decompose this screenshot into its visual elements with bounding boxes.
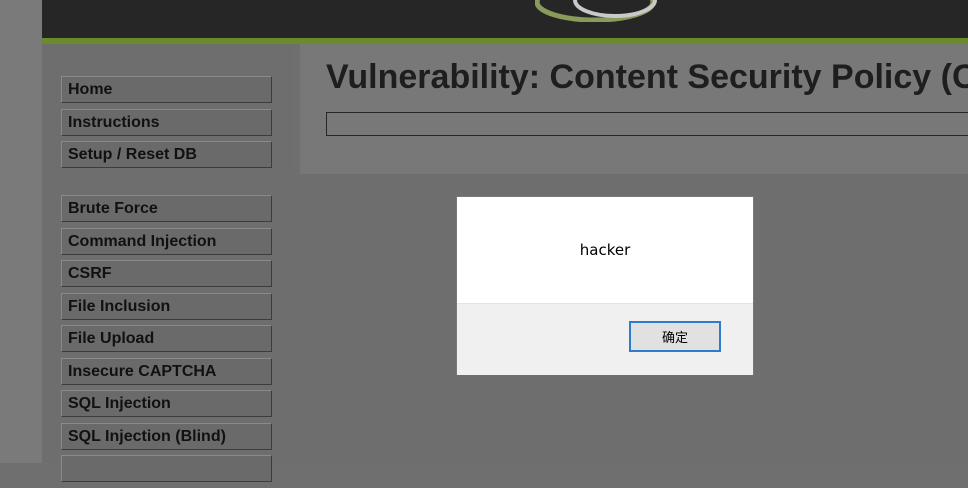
header-bar — [42, 0, 968, 38]
sidebar-item-home[interactable]: Home — [61, 76, 272, 103]
alert-message: hacker — [579, 241, 631, 259]
alert-dialog: hacker 确定 — [456, 196, 754, 375]
sidebar-item-sql-injection-blind[interactable]: SQL Injection (Blind) — [61, 422, 272, 450]
sidebar-item-insecure-captcha[interactable]: Insecure CAPTCHA — [61, 357, 272, 385]
sidebar-menu-main: Home Instructions Setup / Reset DB — [61, 76, 272, 174]
sidebar-item-next[interactable] — [61, 455, 272, 482]
sidebar-item-brute-force[interactable]: Brute Force — [61, 195, 272, 222]
dvwa-logo — [535, 0, 657, 22]
sidebar-item-csrf[interactable]: CSRF — [61, 260, 272, 287]
sidebar-item-sql-injection[interactable]: SQL Injection — [61, 390, 272, 417]
outer-background — [0, 0, 42, 463]
sidebar-item-file-inclusion[interactable]: File Inclusion — [61, 292, 272, 320]
page-title: Vulnerability: Content Security Policy (… — [326, 58, 968, 96]
sidebar-item-setup-reset-db[interactable]: Setup / Reset DB — [61, 141, 272, 168]
sidebar-menu-vulnerabilities: Brute Force Command Injection CSRF File … — [61, 195, 272, 488]
alert-footer: 确定 — [457, 303, 753, 375]
csp-content-box — [326, 112, 968, 136]
sidebar-item-command-injection[interactable]: Command Injection — [61, 227, 272, 255]
sidebar-item-file-upload[interactable]: File Upload — [61, 325, 272, 352]
title-area: Vulnerability: Content Security Policy (… — [300, 44, 968, 174]
sidebar-item-instructions[interactable]: Instructions — [61, 108, 272, 136]
ok-button[interactable]: 确定 — [629, 321, 721, 352]
